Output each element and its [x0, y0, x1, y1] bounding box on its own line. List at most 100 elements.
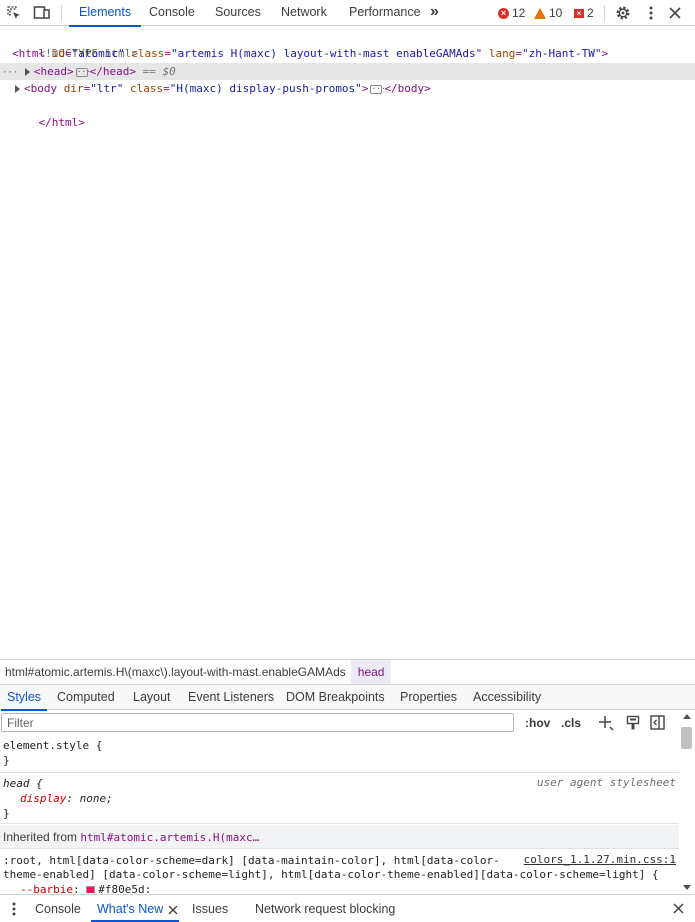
dom-node-html[interactable]: <html id="atomic" class="artemis H(maxc)…	[0, 45, 695, 62]
property-value: #f80e5d;	[98, 883, 152, 893]
styles-filter-bar: :hov .cls	[0, 711, 680, 735]
drawer-tab-whats-new[interactable]: What's New	[90, 895, 180, 922]
issues-icon: ×	[574, 8, 584, 18]
issues-count-badge[interactable]: × 2	[574, 5, 594, 21]
error-count-badge[interactable]: × 12	[498, 5, 525, 21]
inspect-element-icon[interactable]	[5, 4, 23, 22]
body-attr-dir-value: "ltr"	[90, 82, 124, 95]
body-tag-close: </body>	[384, 82, 431, 95]
rule-close-brace: }	[3, 807, 10, 820]
tab-network[interactable]: Network	[281, 0, 327, 26]
inherited-from-header: Inherited from html#atomic.artemis.H(max…	[0, 825, 679, 849]
new-style-rule-icon[interactable]	[598, 715, 614, 734]
body-tag-open: <body	[24, 82, 58, 95]
issues-count: 2	[587, 6, 594, 20]
drawer-tab-network-request-blocking[interactable]: Network request blocking	[255, 895, 395, 922]
tab-accessibility[interactable]: Accessibility	[473, 685, 541, 710]
drawer-tabbar: Console What's New Issues Network reques…	[0, 894, 695, 922]
html-attr-lang-name: lang	[488, 47, 516, 60]
breadcrumb-item-html[interactable]: html#atomic.artemis.H\(maxc\).layout-wit…	[0, 660, 351, 684]
scroll-up-arrow-icon[interactable]	[683, 714, 691, 719]
color-swatch-icon[interactable]	[86, 885, 96, 893]
warning-count-badge[interactable]: 10	[534, 5, 562, 21]
toolbar-divider	[61, 5, 62, 21]
html-tag-open: <html	[12, 47, 46, 60]
hover-state-toggle[interactable]: :hov	[525, 715, 550, 731]
close-tab-icon[interactable]	[168, 904, 178, 918]
more-tabs-button[interactable]: »	[430, 0, 439, 26]
tab-elements[interactable]: Elements	[68, 0, 142, 27]
property-value: none;	[79, 792, 113, 805]
tab-performance[interactable]: Performance	[349, 0, 421, 26]
dom-node-doctype[interactable]: <!DOCTYPE html>	[0, 28, 695, 60]
inherited-label: Inherited from	[3, 830, 78, 844]
rule-close-brace: }	[3, 754, 10, 767]
more-options-icon[interactable]	[642, 4, 660, 22]
tab-sources[interactable]: Sources	[215, 0, 261, 26]
root-color-rule[interactable]: colors_1.1.27.min.css:1 :root, html[data…	[0, 851, 679, 893]
close-devtools-icon[interactable]	[666, 4, 684, 22]
body-attr-dir-name: dir	[63, 82, 84, 95]
collapsed-content-icon[interactable]: ···	[370, 84, 386, 94]
head-tag-open: <head>	[33, 65, 74, 78]
html-tag-close-bracket: >	[601, 47, 609, 60]
close-drawer-icon[interactable]	[673, 903, 684, 917]
html-attr-id-value: "atomic"	[71, 47, 125, 60]
rule-selector-line-2: theme-enabled] [data-color-scheme=light]…	[3, 868, 659, 881]
tab-console[interactable]: Console	[149, 0, 195, 26]
dom-node-html-close[interactable]: </html>	[0, 97, 695, 129]
warning-count: 10	[549, 6, 563, 20]
scroll-thumb[interactable]	[681, 727, 692, 749]
styles-scrollbar[interactable]	[679, 711, 695, 893]
tab-dom-breakpoints[interactable]: DOM Breakpoints	[286, 685, 385, 710]
drawer-tab-console[interactable]: Console	[35, 895, 81, 922]
class-toggle[interactable]: .cls	[561, 715, 581, 731]
dom-node-head[interactable]: ··· <head> ···</head> == $0	[0, 63, 695, 80]
expand-triangle-icon[interactable]	[24, 68, 30, 76]
error-icon: ×	[498, 7, 509, 19]
head-user-agent-rule[interactable]: user agent stylesheet head { display: no…	[0, 775, 679, 824]
inherited-from-link[interactable]: html#atomic.artemis.H(maxc…	[80, 831, 259, 844]
html-attr-id-name: id	[51, 47, 65, 60]
html-tag-close: </html>	[38, 116, 85, 129]
body-tag-close-bracket: >	[361, 82, 369, 95]
property-name: display	[20, 792, 67, 805]
tab-properties[interactable]: Properties	[400, 685, 457, 710]
tab-styles[interactable]: Styles	[0, 685, 48, 711]
stylesheet-source-link[interactable]: colors_1.1.27.min.css:1	[524, 853, 676, 866]
scroll-down-arrow-icon[interactable]	[683, 885, 691, 890]
dom-node-body[interactable]: <body dir="ltr" class="H(maxc) display-p…	[0, 80, 695, 97]
device-toolbar-icon[interactable]	[33, 4, 51, 22]
html-attr-class-name: class	[131, 47, 165, 60]
tab-layout[interactable]: Layout	[133, 685, 171, 710]
warning-icon	[534, 7, 546, 19]
tab-event-listeners[interactable]: Event Listeners	[188, 685, 274, 710]
settings-gear-icon[interactable]	[614, 4, 632, 22]
paint-brush-icon[interactable]	[626, 715, 640, 734]
styles-pane-tabs: Styles Computed Layout Event Listeners D…	[0, 684, 695, 711]
collapsed-content-icon[interactable]: ···	[75, 67, 91, 77]
breadcrumb-item-head[interactable]: head	[350, 659, 392, 684]
drawer-tab-issues[interactable]: Issues	[192, 895, 228, 922]
rule-selector: element.style {	[3, 739, 103, 752]
error-count: 12	[512, 6, 526, 20]
property-name: --barbie	[20, 883, 73, 893]
drawer-menu-icon[interactable]	[12, 902, 16, 919]
rule-declaration[interactable]: --barbie: #f80e5d;	[0, 882, 679, 893]
styles-rules-list: element.style { } user agent stylesheet …	[0, 736, 679, 893]
toggle-sidebar-icon[interactable]	[650, 715, 665, 733]
rule-declaration[interactable]: display: none;	[0, 791, 679, 806]
html-attr-class-value: "artemis H(maxc) layout-with-mast enable…	[170, 47, 483, 60]
styles-filter-input[interactable]	[1, 713, 514, 732]
head-tag-close: </head>	[89, 65, 136, 78]
html-attr-lang-value: "zh-Hant-TW"	[522, 47, 602, 60]
devtools-toolbar: Elements Console Sources Network Perform…	[0, 0, 695, 27]
node-dots: ···	[2, 68, 19, 78]
rule-source: user agent stylesheet	[536, 776, 676, 789]
element-style-rule[interactable]: element.style { }	[0, 738, 679, 773]
expand-triangle-icon[interactable]	[15, 85, 20, 93]
toolbar-divider	[604, 5, 605, 21]
tab-computed[interactable]: Computed	[57, 685, 115, 710]
body-attr-class-name: class	[130, 82, 164, 95]
dom-tree: <!DOCTYPE html> <html id="atomic" class=…	[0, 27, 695, 658]
